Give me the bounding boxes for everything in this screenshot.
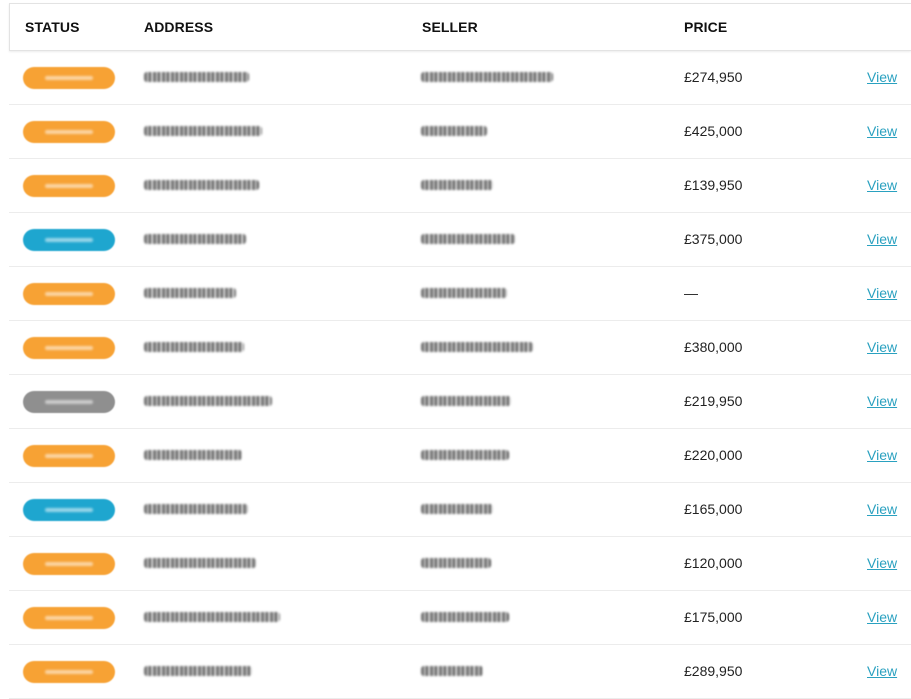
price-cell: £425,000 — [684, 123, 743, 139]
view-link[interactable]: View — [867, 609, 897, 625]
status-badge — [23, 661, 115, 683]
price-cell: £289,950 — [684, 663, 743, 679]
view-link[interactable]: View — [867, 69, 897, 85]
table-row: £274,950 View — [9, 51, 911, 105]
address-redacted — [144, 180, 259, 190]
view-link[interactable]: View — [867, 447, 897, 463]
status-badge — [23, 175, 115, 197]
seller-redacted — [421, 612, 509, 622]
view-link[interactable]: View — [867, 231, 897, 247]
address-redacted — [144, 666, 252, 676]
status-badge — [23, 553, 115, 575]
view-link[interactable]: View — [867, 177, 897, 193]
address-redacted — [144, 126, 262, 136]
address-redacted — [144, 342, 244, 352]
view-link[interactable]: View — [867, 285, 897, 301]
view-link[interactable]: View — [867, 123, 897, 139]
table-row: £165,000 View — [9, 483, 911, 537]
listings-table: STATUS ADDRESS SELLER PRICE £274,950 View… — [9, 3, 911, 699]
price-cell: £165,000 — [684, 501, 743, 517]
address-redacted — [144, 558, 256, 568]
address-redacted — [144, 234, 246, 244]
header-price[interactable]: PRICE — [684, 19, 727, 35]
table-row: £380,000 View — [9, 321, 911, 375]
view-link[interactable]: View — [867, 663, 897, 679]
seller-redacted — [421, 504, 493, 514]
table-row: £175,000 View — [9, 591, 911, 645]
price-cell: £175,000 — [684, 609, 743, 625]
seller-redacted — [421, 180, 493, 190]
table-row: £375,000 View — [9, 213, 911, 267]
address-redacted — [144, 450, 242, 460]
address-redacted — [144, 396, 272, 406]
price-cell: £274,950 — [684, 69, 743, 85]
table-row: £219,950 View — [9, 375, 911, 429]
seller-redacted — [421, 342, 533, 352]
table-row: £139,950 View — [9, 159, 911, 213]
table-body: £274,950 View £425,000 View £139,950 View £375… — [9, 51, 911, 699]
status-badge — [23, 499, 115, 521]
header-seller[interactable]: SELLER — [422, 19, 478, 35]
table-header: STATUS ADDRESS SELLER PRICE — [9, 3, 911, 51]
price-cell: — — [684, 285, 698, 301]
seller-redacted — [421, 666, 483, 676]
table-row: £289,950 View — [9, 645, 911, 699]
table-row: — View — [9, 267, 911, 321]
view-link[interactable]: View — [867, 393, 897, 409]
price-cell: £120,000 — [684, 555, 743, 571]
seller-redacted — [421, 450, 509, 460]
price-cell: £375,000 — [684, 231, 743, 247]
status-badge — [23, 121, 115, 143]
price-cell: £380,000 — [684, 339, 743, 355]
table-row: £425,000 View — [9, 105, 911, 159]
seller-redacted — [421, 234, 515, 244]
address-redacted — [144, 72, 249, 82]
view-link[interactable]: View — [867, 555, 897, 571]
status-badge — [23, 391, 115, 413]
price-cell: £139,950 — [684, 177, 743, 193]
seller-redacted — [421, 288, 507, 298]
header-address[interactable]: ADDRESS — [144, 19, 213, 35]
seller-redacted — [421, 396, 511, 406]
status-badge — [23, 229, 115, 251]
view-link[interactable]: View — [867, 501, 897, 517]
header-status[interactable]: STATUS — [25, 19, 80, 35]
address-redacted — [144, 504, 248, 514]
status-badge — [23, 337, 115, 359]
seller-redacted — [421, 558, 491, 568]
price-cell: £219,950 — [684, 393, 743, 409]
address-redacted — [144, 612, 280, 622]
status-badge — [23, 607, 115, 629]
price-cell: £220,000 — [684, 447, 743, 463]
seller-redacted — [421, 72, 553, 82]
table-row: £120,000 View — [9, 537, 911, 591]
status-badge — [23, 445, 115, 467]
seller-redacted — [421, 126, 487, 136]
status-badge — [23, 283, 115, 305]
view-link[interactable]: View — [867, 339, 897, 355]
address-redacted — [144, 288, 236, 298]
table-row: £220,000 View — [9, 429, 911, 483]
status-badge — [23, 67, 115, 89]
